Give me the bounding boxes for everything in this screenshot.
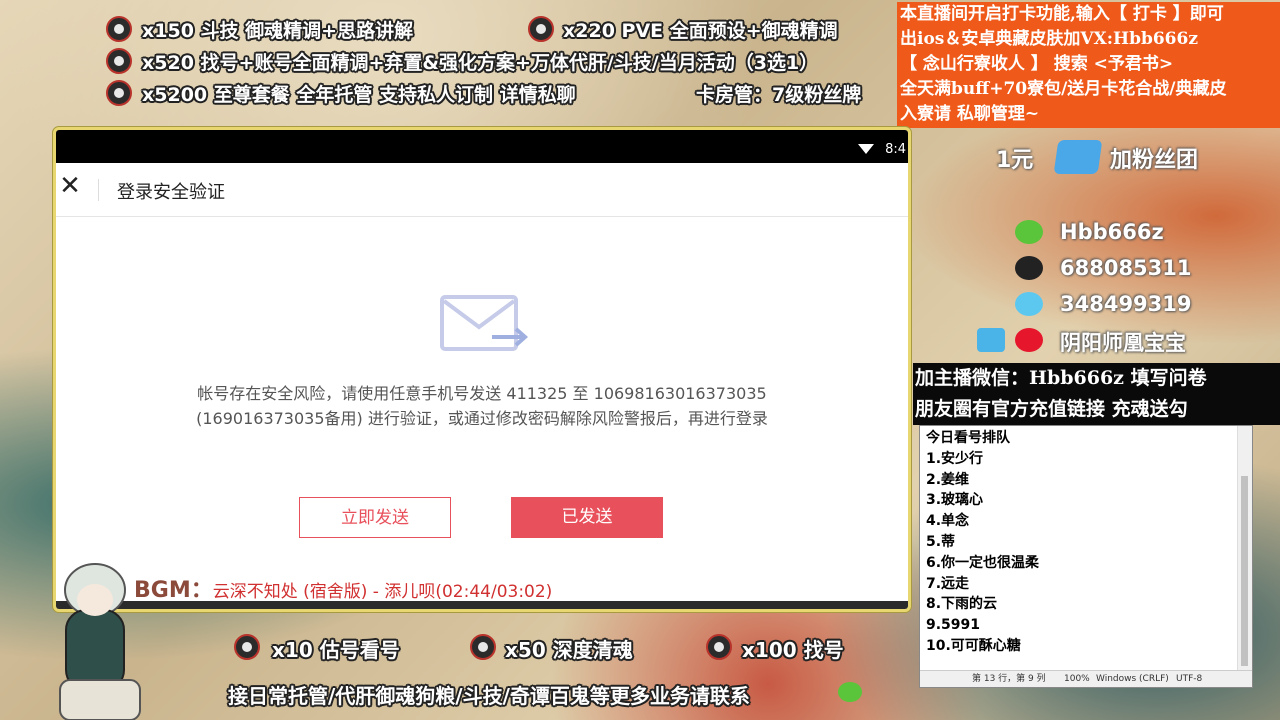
scrollbar-thumb[interactable] xyxy=(1241,476,1248,666)
phone-screen: 8:4 ✕ 登录安全验证 帐号存在安全风险，请使用任意手机号发送 411325 … xyxy=(53,127,911,612)
banner-line-2: 朋友圈有官方充值链接 充魂送勾 xyxy=(915,398,1188,420)
send-now-button[interactable]: 立即发送 xyxy=(299,497,451,538)
queue-heading: 今日看号排队 xyxy=(926,430,1010,446)
room-manager-note: 卡房管：7级粉丝牌 xyxy=(696,84,862,106)
wechat-banner: 加主播微信：Hbb666z 填写问卷 朋友圈有官方充值链接 充魂送勾 xyxy=(913,363,1280,425)
qq-icon xyxy=(1015,256,1043,280)
queue-item: 8.下雨的云 xyxy=(926,596,998,613)
notepad-scrollbar[interactable] xyxy=(1237,426,1252,672)
fan-club-label: 加粉丝团 xyxy=(1110,148,1199,173)
qq-group-icon xyxy=(1015,292,1043,316)
contact-qq: 688085311 xyxy=(1060,256,1192,280)
seal-icon xyxy=(706,634,732,660)
queue-item: 3.玻璃心 xyxy=(926,492,984,509)
queue-item: 9.5991 xyxy=(926,617,981,634)
sent-button[interactable]: 已发送 xyxy=(511,497,663,538)
notice-line: 出ios＆安卓典藏皮肤加VX:Hbb666z xyxy=(900,29,1198,49)
signal-icon xyxy=(858,144,874,154)
queue-item: 5.蒂 xyxy=(926,533,956,550)
notepad-statusbar: 第 13 行，第 9 列 100% Windows (CRLF) UTF-8 xyxy=(920,670,1252,687)
promo-line-4: x5200 至尊套餐 全年托管 支持私人订制 详情私聊 xyxy=(142,84,576,106)
fan-club-price: 1元 xyxy=(996,148,1034,173)
seal-icon xyxy=(234,634,260,660)
status-position: 第 13 行，第 9 列 xyxy=(972,674,1046,684)
queue-item: 2.姜维 xyxy=(926,471,970,488)
notice-line: 【 念山行寮收人 】 搜索 <予君书> xyxy=(900,54,1174,74)
notice-line: 入寮请 私聊管理~ xyxy=(900,104,1040,124)
promo-x100: x100 找号 xyxy=(742,638,844,662)
phone-navbar xyxy=(56,601,908,609)
fan-badge-icon xyxy=(1053,140,1103,174)
status-zoom: 100% xyxy=(1064,674,1090,684)
seal-icon xyxy=(106,16,132,42)
status-eol: Windows (CRLF) xyxy=(1096,674,1169,684)
notice-line: 本直播间开启打卡功能,输入【 打卡 】即可 xyxy=(900,4,1224,24)
bilibili-icon xyxy=(977,328,1005,352)
contact-qq-group: 348499319 xyxy=(1060,292,1192,316)
phone-clock: 8:4 xyxy=(885,142,906,157)
notice-line: 全天满buff+70寮包/送月卡花合战/典藏皮 xyxy=(900,79,1227,99)
contact-wechat: Hbb666z xyxy=(1060,220,1164,244)
weibo-icon xyxy=(1015,328,1043,352)
bgm-overlay: BGM：云深不知处 (宿舍版) - 添儿呗(02:44/03:02) xyxy=(134,572,552,604)
app-bar: ✕ 登录安全验证 xyxy=(56,163,908,217)
queue-item: 1.安少行 xyxy=(926,450,984,467)
anime-character-figure xyxy=(59,563,141,720)
queue-item: 7.远走 xyxy=(926,575,970,592)
divider xyxy=(98,179,99,201)
seal-icon xyxy=(106,80,132,106)
promo-x10: x10 估号看号 xyxy=(272,638,400,662)
status-encoding: UTF-8 xyxy=(1176,674,1203,684)
service-promo: 接日常托管/代肝御魂狗粮/斗技/奇谭百鬼等更多业务请联系 xyxy=(228,684,750,708)
seal-icon xyxy=(470,634,496,660)
bgm-song: 云深不知处 (宿舍版) - 添儿呗(02:44/03:02) xyxy=(212,582,553,602)
contact-weibo: 阴阳师凰宝宝 xyxy=(1060,331,1186,355)
notice-panel: 本直播间开启打卡功能,输入【 打卡 】即可 出ios＆安卓典藏皮肤加VX:Hbb… xyxy=(897,2,1280,128)
wechat-icon xyxy=(838,682,862,702)
seal-icon xyxy=(528,16,554,42)
close-icon[interactable]: ✕ xyxy=(58,173,82,199)
promo-x50: x50 深度清魂 xyxy=(505,638,633,662)
notepad-text-area[interactable]: 今日看号排队 1.安少行 2.姜维 3.玻璃心 4.单念 5.蒂 6.你一定也很… xyxy=(926,428,1039,657)
risk-message-line-2: (169016373035备用) 进行验证，或通过修改密码解除风险警报后，再进行… xyxy=(196,409,768,428)
banner-line-1: 加主播微信：Hbb666z 填写问卷 xyxy=(915,367,1207,389)
queue-item: 10.可可酥心糖 xyxy=(926,637,1021,654)
queue-item: 6.你一定也很温柔 xyxy=(926,554,1040,571)
promo-line-1: x150 斗技 御魂精调+思路讲解 xyxy=(142,20,414,42)
queue-item: 4.单念 xyxy=(926,513,970,530)
notepad-window[interactable]: 今日看号排队 1.安少行 2.姜维 3.玻璃心 4.单念 5.蒂 6.你一定也很… xyxy=(919,425,1253,688)
wechat-icon xyxy=(1015,220,1043,244)
seal-icon xyxy=(106,48,132,74)
risk-message-line-1: 帐号存在安全风险，请使用任意手机号发送 411325 至 10698163016… xyxy=(197,384,767,403)
mail-icon xyxy=(440,295,529,351)
promo-line-2: x220 PVE 全面预设+御魂精调 xyxy=(563,20,838,42)
page-title: 登录安全验证 xyxy=(117,182,225,203)
phone-statusbar: 8:4 xyxy=(56,130,908,163)
promo-line-3: x520 找号+账号全面精调+弃置&强化方案+万体代肝/斗技/当月活动（3选1） xyxy=(142,52,819,74)
